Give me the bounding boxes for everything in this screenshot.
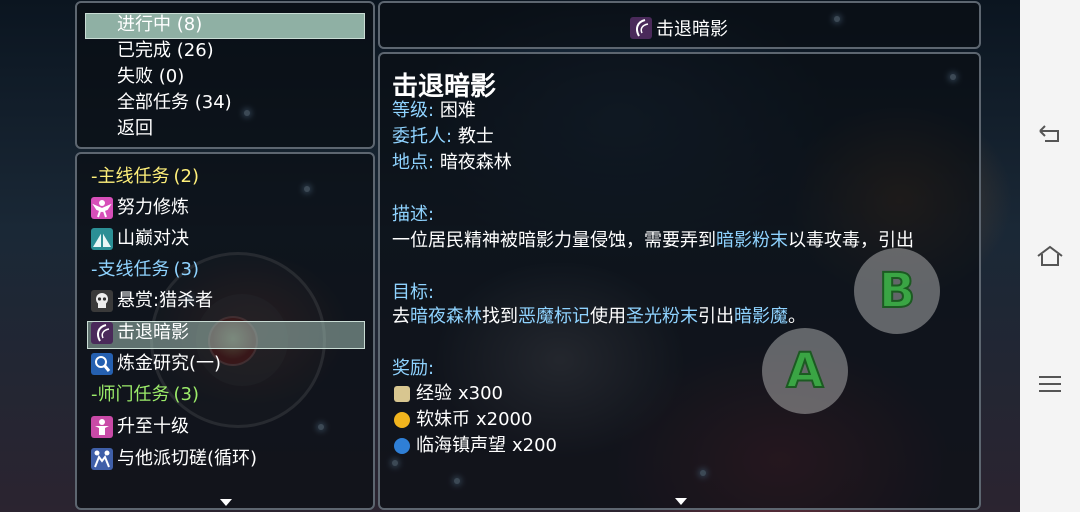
menu-item-label: 返回	[117, 118, 153, 139]
reward-amount: x300	[458, 383, 504, 404]
menu-item-count: (0)	[158, 66, 185, 87]
menu-item-label: 进行中	[117, 14, 171, 35]
menu-item-count: (34)	[194, 92, 232, 113]
menu-item-in-progress[interactable]: 进行中 (8)	[117, 12, 202, 38]
category-main-quests[interactable]: -主线任务 (2)	[91, 164, 199, 190]
difficulty-value: 困难	[439, 100, 476, 121]
quest-label: 山巅对决	[117, 228, 189, 249]
category-label: -主线任务	[91, 166, 170, 187]
menu-item-count: (8)	[176, 14, 203, 35]
quest-label: 升至十级	[117, 416, 189, 437]
back-nav-button[interactable]	[1034, 118, 1066, 150]
level-up-icon	[91, 416, 113, 438]
quest-filter-menu: 进行中 (8) 已完成 (26) 失败 (0) 全部任务 (34) 返回	[75, 1, 375, 149]
category-side-quests[interactable]: -支线任务 (3)	[91, 257, 199, 283]
quest-item-alchemy-research[interactable]: 炼金研究(一)	[91, 351, 221, 377]
menu-item-completed[interactable]: 已完成 (26)	[117, 38, 214, 64]
quest-label: 悬赏:猎杀者	[117, 290, 214, 311]
menu-item-count: (26)	[176, 40, 214, 61]
objective-part: 去	[392, 306, 410, 327]
home-nav-button[interactable]	[1034, 240, 1066, 272]
menu-item-back[interactable]: 返回	[117, 116, 153, 142]
quest-item-mountain-duel[interactable]: 山巅对决	[91, 226, 189, 252]
category-count: (2)	[173, 166, 200, 187]
coins-icon	[394, 412, 410, 428]
objective-label: 目标:	[392, 282, 435, 303]
objective-item: 圣光粉末	[626, 306, 698, 327]
quest-item-reach-level-ten[interactable]: 升至十级	[91, 414, 189, 440]
reward-amount: x200	[512, 435, 558, 456]
objective-part: 找到	[482, 306, 518, 327]
category-master-quests[interactable]: -师门任务 (3)	[91, 382, 199, 408]
difficulty-label: 等级:	[392, 100, 435, 121]
scroll-icon	[394, 386, 410, 402]
reward-label: 奖励:	[392, 358, 435, 379]
menu-item-label: 已完成	[117, 40, 171, 61]
client-value: 教士	[457, 126, 494, 147]
reward-amount: x2000	[476, 409, 533, 430]
quest-title-bar: 击退暗影	[378, 1, 981, 49]
category-label: -师门任务	[91, 384, 170, 405]
description-label: 描述:	[392, 204, 435, 225]
reward-name: 软妹币	[416, 409, 470, 430]
skull-icon	[91, 290, 113, 312]
menu-item-label: 全部任务	[117, 92, 189, 113]
objective-part: 引出	[698, 306, 734, 327]
location-line: 地点: 暗夜森林	[392, 150, 512, 176]
menu-item-label: 失败	[117, 66, 153, 87]
reward-currency: 软妹币 x2000	[394, 407, 532, 433]
quest-item-training[interactable]: 努力修炼	[91, 195, 189, 221]
objective-text: 去暗夜森林找到恶魔标记使用圣光粉末引出暗影魔。	[392, 304, 806, 330]
location-label: 地点:	[392, 152, 435, 173]
spar-icon	[91, 448, 113, 470]
objective-part: 。	[788, 306, 806, 327]
menu-nav-button[interactable]	[1034, 368, 1066, 400]
reward-experience: 经验 x300	[394, 381, 503, 407]
mountain-duel-icon	[91, 228, 113, 250]
scroll-down-arrow[interactable]	[675, 498, 687, 505]
description-part: 一位居民精神被暗影力量侵蚀，需要弄到	[392, 230, 716, 251]
objective-item: 恶魔标记	[518, 306, 590, 327]
category-label: -支线任务	[91, 259, 170, 280]
training-icon	[91, 197, 113, 219]
back-icon	[1039, 125, 1059, 142]
location-value: 暗夜森林	[439, 152, 512, 173]
shadow-claw-icon	[91, 322, 113, 344]
shadow-claw-icon	[630, 17, 652, 39]
reputation-icon	[394, 438, 410, 454]
quest-label: 炼金研究(一)	[117, 353, 222, 374]
client-label: 委托人:	[392, 126, 453, 147]
quest-label: 击退暗影	[117, 322, 189, 343]
menu-item-failed[interactable]: 失败 (0)	[117, 64, 184, 90]
quest-item-spar-other-sects[interactable]: 与他派切磋(循环)	[91, 446, 257, 472]
objective-part: 使用	[590, 306, 626, 327]
reward-name: 临海镇声望	[416, 435, 506, 456]
magnifier-icon	[91, 353, 113, 375]
quest-title-row: 击退暗影	[630, 15, 728, 41]
menu-item-all-quests[interactable]: 全部任务 (34)	[117, 90, 232, 116]
reward-reputation: 临海镇声望 x200	[394, 433, 557, 459]
quest-header-title: 击退暗影	[656, 19, 728, 40]
client-line: 委托人: 教士	[392, 124, 494, 150]
action-button-b[interactable]: B	[854, 248, 940, 334]
system-navigation-bar	[1020, 0, 1080, 512]
scroll-down-arrow[interactable]	[220, 499, 232, 506]
objective-boss: 暗影魔	[734, 306, 788, 327]
objective-place: 暗夜森林	[410, 306, 482, 327]
category-count: (3)	[173, 259, 200, 280]
quest-list-panel: -主线任务 (2) 努力修炼 山巅对决 -支线任务 (3) 悬赏:猎杀者 击退暗…	[75, 152, 375, 510]
quest-label: 与他派切磋(循环)	[117, 448, 258, 469]
home-icon	[1037, 245, 1063, 266]
quest-item-bounty-hunter[interactable]: 悬赏:猎杀者	[91, 288, 213, 314]
category-count: (3)	[173, 384, 200, 405]
quest-label: 努力修炼	[117, 197, 189, 218]
action-button-a[interactable]: A	[762, 328, 848, 414]
hamburger-menu-icon	[1039, 376, 1061, 392]
description-item: 暗影粉末	[716, 230, 788, 251]
reward-name: 经验	[416, 383, 452, 404]
difficulty-line: 等级: 困难	[392, 98, 476, 124]
quest-item-repel-shadows[interactable]: 击退暗影	[91, 320, 189, 346]
